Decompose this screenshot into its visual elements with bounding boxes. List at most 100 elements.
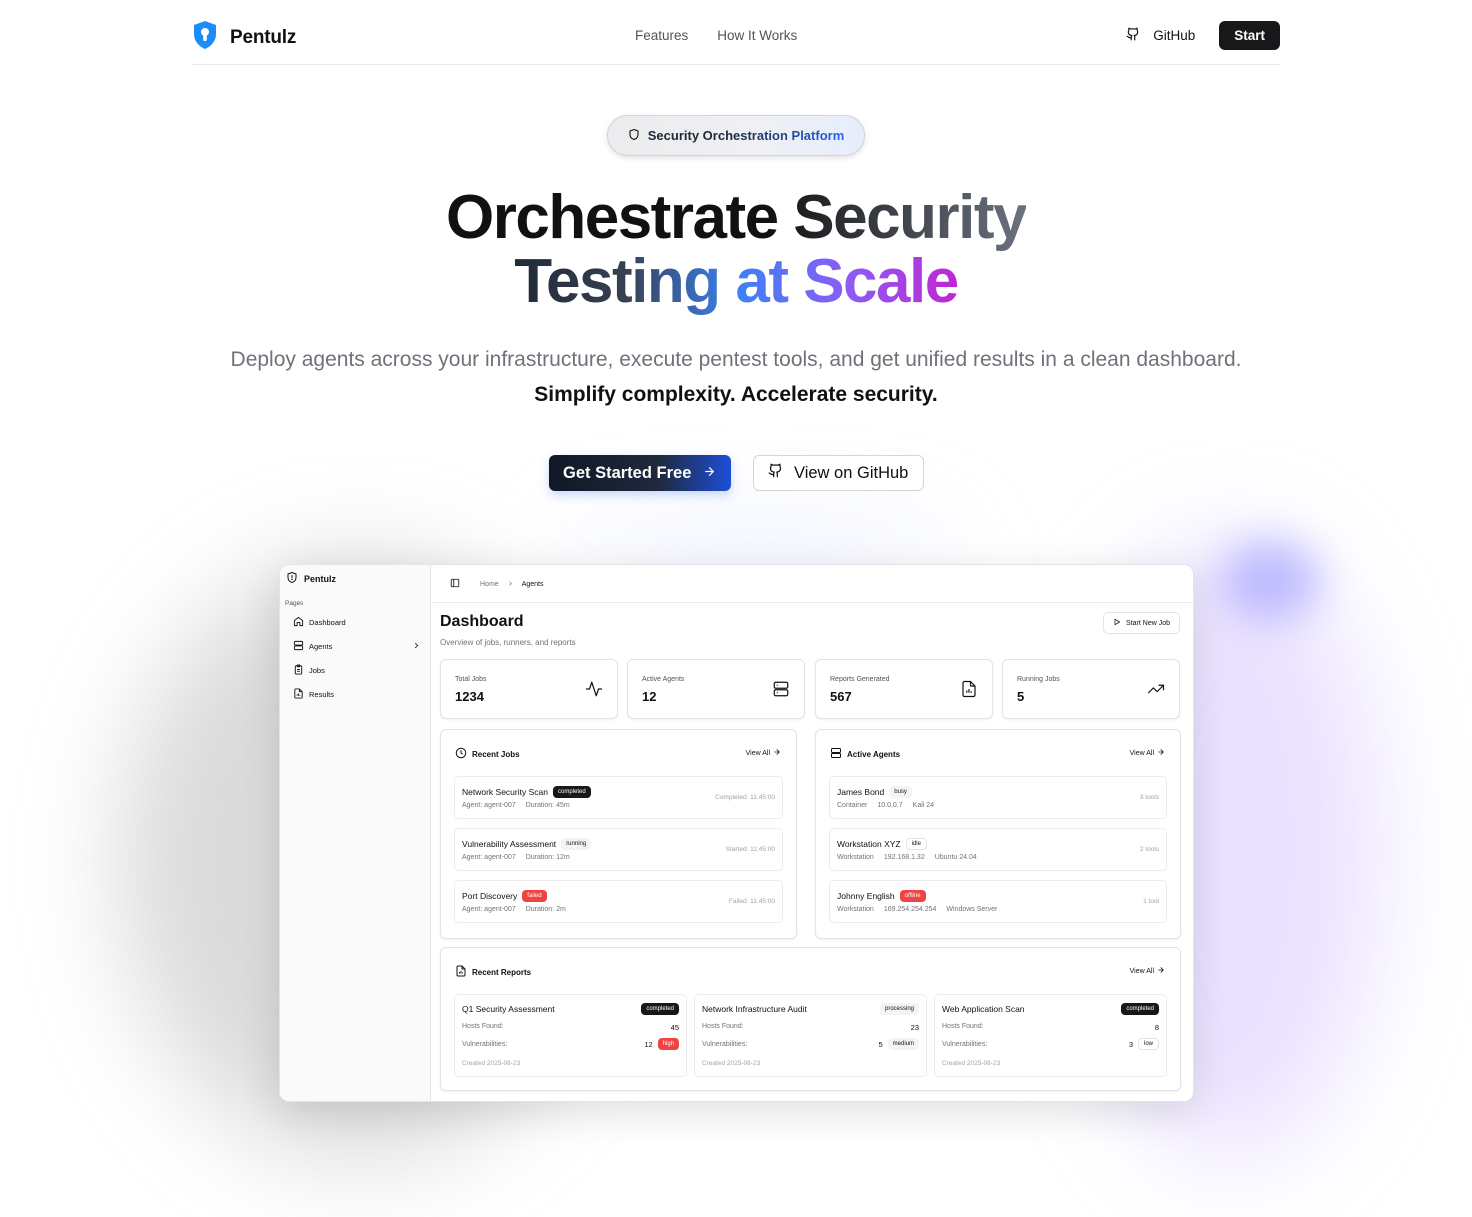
sidebar-item-jobs[interactable]: Jobs (293, 664, 421, 677)
hosts-value: 45 (670, 1023, 679, 1032)
agent-name: James Bond (837, 787, 885, 797)
report-card[interactable]: Network Infrastructure Audit processing … (694, 994, 927, 1077)
agent-row[interactable]: James Bond busy Container 10.0.0.7 Kali 24 … (829, 776, 1167, 819)
agent-type: Workstation (837, 906, 874, 913)
breadcrumb-home[interactable]: Home (480, 581, 499, 588)
agent-row[interactable]: Johnny English offline Workstation 169.254… (829, 880, 1167, 923)
status-badge: busy (889, 786, 912, 798)
status-badge: completed (1121, 1003, 1159, 1015)
github-icon (768, 463, 783, 483)
panel-title: Recent Jobs (455, 747, 520, 761)
play-icon (1113, 618, 1121, 628)
stat-value: 12 (642, 689, 657, 704)
start-button[interactable]: Start (1219, 21, 1280, 50)
agent-tools: 1 tool (1143, 898, 1159, 905)
security-platform-pill: Security Orchestration Platform (607, 115, 865, 156)
start-new-job-button[interactable]: Start New Job (1103, 612, 1180, 634)
stat-label: Reports Generated (830, 676, 890, 683)
page-subtitle: Overview of jobs, runners, and reports (440, 638, 576, 647)
status-badge: completed (552, 786, 591, 798)
nav-link-features[interactable]: Features (635, 28, 688, 43)
breadcrumb-current: Agents (521, 580, 544, 588)
job-agent: Agent: agent-007 (462, 854, 516, 861)
pill-text: Security Orchestration Platform (647, 128, 845, 143)
recent-jobs-panel: Recent Jobs View All Network Security Sc… (440, 729, 797, 939)
chevron-right-icon[interactable] (412, 641, 421, 652)
view-all-jobs-button[interactable]: View All (738, 743, 789, 763)
stat-card-total-jobs: Total Jobs 1234 (440, 659, 618, 719)
hero-title-word-at: at (735, 247, 804, 316)
job-time: Completed: 11:45:00 (715, 794, 775, 801)
job-duration: Duration: 12m (525, 854, 570, 861)
view-all-reports-button[interactable]: View All (1122, 961, 1173, 981)
brand-logo-link[interactable]: Pentulz (192, 20, 296, 55)
report-card[interactable]: Q1 Security Assessment completed Hosts F… (454, 994, 687, 1077)
hero-subtitle-plain: Deploy agents across your infrastructure… (230, 348, 1242, 371)
panel-title-text: Active Agents (847, 749, 901, 759)
agent-type: Workstation (837, 854, 874, 861)
vulns-label: Vulnerabilities: (702, 1041, 748, 1048)
top-navbar: Pentulz Features How It Works GitHub Sta… (192, 0, 1280, 65)
view-all-agents-button[interactable]: View All (1122, 743, 1173, 763)
job-name: Vulnerability Assessment (462, 839, 557, 849)
agent-ip: 10.0.0.7 (877, 802, 903, 809)
page-title: Dashboard (440, 613, 524, 630)
vulns-value: 3 (1128, 1039, 1133, 1049)
sidebar-toggle-icon[interactable] (450, 578, 460, 590)
hosts-value: 8 (1154, 1023, 1159, 1032)
trending-up-icon (1147, 680, 1165, 703)
agent-name: Workstation XYZ (837, 839, 901, 849)
blue-glow-spot (1220, 540, 1320, 620)
get-started-label: Get Started Free (563, 463, 692, 482)
stat-value: 1234 (455, 689, 484, 704)
file-chart-icon (455, 965, 467, 979)
sidebar-section-label: Pages (285, 600, 304, 607)
app-topbar: Home Agents (431, 565, 1193, 603)
sidebar-item-agents[interactable]: Agents (293, 640, 421, 653)
job-row[interactable]: Vulnerability Assessment running Agent: a… (454, 828, 783, 871)
hero-title-word-testing: Testing (514, 247, 736, 316)
activity-icon (585, 680, 603, 703)
job-row[interactable]: Port Discovery failed Agent: agent-007 Dur… (454, 880, 783, 923)
view-all-label: View All (1129, 749, 1154, 757)
agent-os: Windows Server (946, 906, 998, 913)
app-brand[interactable]: Pentulz (286, 571, 336, 586)
app-main: Dashboard Overview of jobs, runners, and… (431, 603, 1193, 1101)
arrow-right-icon (1157, 966, 1165, 976)
home-icon (293, 616, 304, 629)
hero-title-line-2: Testing at Scale (0, 250, 1472, 314)
panel-title: Active Agents (830, 747, 900, 761)
view-on-github-button[interactable]: View on GitHub (753, 455, 924, 491)
sidebar-item-label: Dashboard (309, 618, 346, 627)
get-started-button[interactable]: Get Started Free (549, 455, 731, 491)
sidebar-item-label: Agents (309, 642, 333, 651)
agent-os: Ubuntu 24.04 (934, 854, 977, 861)
agent-row[interactable]: Workstation XYZ idle Workstation 192.168.1… (829, 828, 1167, 871)
hosts-value: 23 (910, 1023, 919, 1032)
hero-title-line-1: Orchestrate Security (0, 186, 1472, 250)
hosts-label: Hosts Found: (702, 1023, 744, 1030)
nav-link-how-it-works[interactable]: How It Works (717, 28, 797, 43)
sidebar-item-dashboard[interactable]: Dashboard (293, 616, 421, 629)
job-row[interactable]: Network Security Scan completed Agent: ag… (454, 776, 783, 819)
arrow-right-icon (773, 748, 781, 758)
job-time: Started: 11:45:00 (725, 846, 775, 853)
report-name: Network Infrastructure Audit (702, 1004, 807, 1014)
stat-value: 567 (830, 689, 852, 704)
app-sidebar: Pentulz Pages Dashboard Agents Jobs Resu… (280, 565, 431, 1101)
github-link[interactable]: GitHub (1126, 27, 1195, 44)
server-icon (830, 747, 842, 761)
vulns-value: 12 (644, 1039, 653, 1049)
arrow-right-icon (1157, 748, 1165, 758)
report-card[interactable]: Web Application Scan completed Hosts Fou… (934, 994, 1167, 1077)
file-chart-icon (960, 680, 978, 703)
file-chart-icon (293, 688, 304, 701)
agent-tools: 2 tools (1139, 846, 1159, 853)
status-badge: running (561, 838, 592, 850)
hosts-label: Hosts Found: (462, 1023, 504, 1030)
job-name: Port Discovery (462, 891, 518, 901)
agent-ip: 169.254.254.254 (883, 906, 937, 913)
job-agent: Agent: agent-007 (462, 802, 516, 809)
hero-subtitle: Deploy agents across your infrastructure… (0, 342, 1472, 412)
sidebar-item-results[interactable]: Results (293, 688, 421, 701)
